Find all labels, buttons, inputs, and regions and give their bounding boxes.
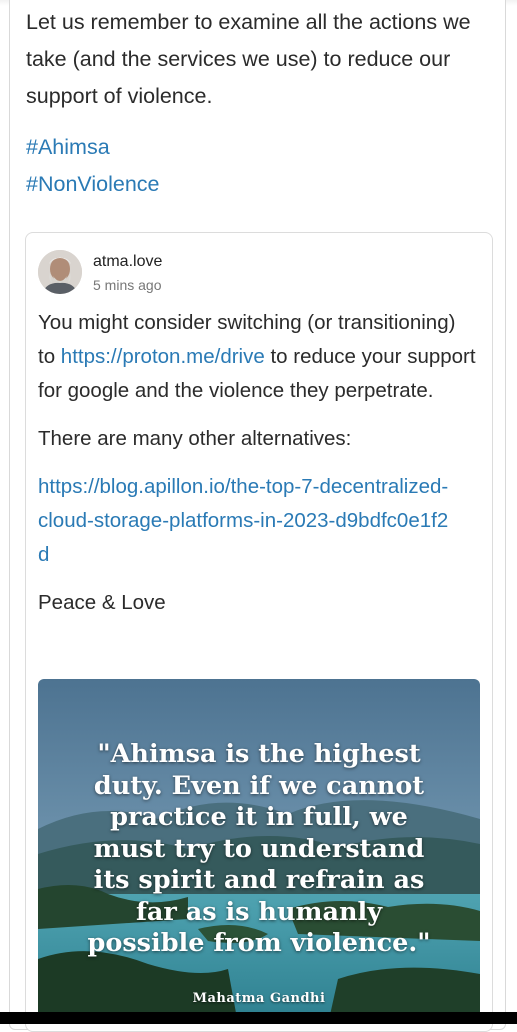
avatar[interactable] <box>38 250 82 294</box>
quote-attribution: Mahatma Gandhi <box>192 991 326 1006</box>
reply-timestamp: 5 mins ago <box>93 277 162 293</box>
gandhi-quote: "Ahimsa is the highest duty. Even if we … <box>87 739 431 958</box>
reply-paragraph-4: Peace & Love <box>38 591 166 614</box>
reply-body: You might consider switching (or transit… <box>38 306 478 634</box>
reply-paragraph-2: There are many other alternatives: <box>38 427 352 450</box>
reply-author[interactable]: atma.love <box>93 253 162 271</box>
hashtag-nonviolence[interactable]: #NonViolence <box>26 166 159 203</box>
quote-image[interactable]: "Ahimsa is the highest duty. Even if we … <box>38 679 480 1024</box>
reply-paragraph-3: https://blog.apillon.io/the-top-7-decent… <box>38 470 478 572</box>
reply-paragraph-1: You might consider switching (or transit… <box>38 306 478 408</box>
hashtag-ahimsa[interactable]: #Ahimsa <box>26 129 159 166</box>
hashtag-list: #Ahimsa #NonViolence <box>26 129 159 203</box>
post-body: Let us remember to examine all the actio… <box>26 4 496 115</box>
post-text: Let us remember to examine all the actio… <box>26 10 471 108</box>
proton-drive-link[interactable]: https://proton.me/drive <box>61 345 265 368</box>
apillon-blog-link[interactable]: https://blog.apillon.io/the-top-7-decent… <box>38 470 458 572</box>
system-nav-bar <box>0 1012 517 1024</box>
